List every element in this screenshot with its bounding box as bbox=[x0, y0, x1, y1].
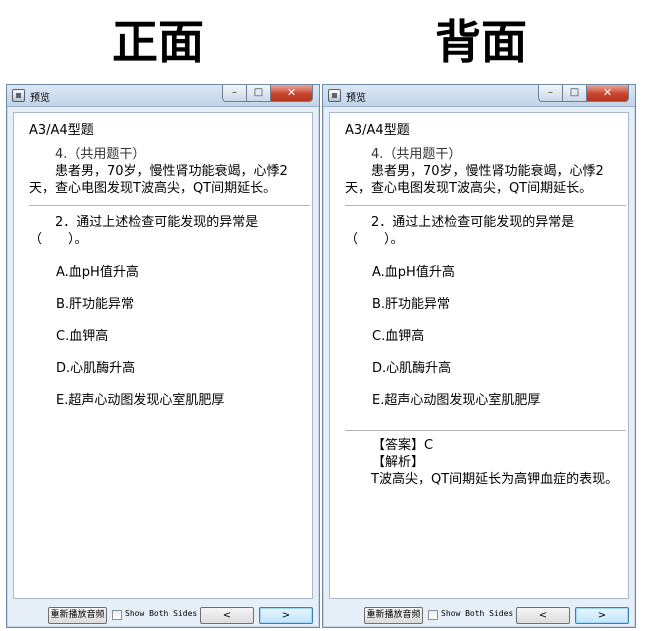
show-both-sides-label[interactable]: Show Both Sides bbox=[441, 609, 513, 618]
maximize-button[interactable]: □ bbox=[247, 85, 271, 102]
option-c: C.血钾高 bbox=[56, 329, 109, 344]
question-type: A3/A4型题 bbox=[345, 123, 410, 138]
question-type: A3/A4型题 bbox=[29, 123, 94, 138]
app-icon bbox=[328, 89, 341, 102]
window-title: 预览 bbox=[346, 93, 366, 104]
case-text: 患者男，70岁，慢性肾功能衰竭，心悸2天，查心电图发现T波高尖，QT间期延长。 bbox=[29, 164, 288, 196]
option-d: D.心肌酶升高 bbox=[372, 361, 452, 376]
show-both-sides-checkbox[interactable] bbox=[112, 610, 122, 620]
preview-window-front: 预览 – □ ✕ A3/A4型题 4.（共用题干） 患者男，70岁，慢性肾功能衰… bbox=[6, 84, 320, 628]
answer-divider bbox=[345, 430, 626, 431]
window-controls: – □ ✕ bbox=[538, 85, 629, 103]
option-d: D.心肌酶升高 bbox=[56, 361, 136, 376]
minimize-button[interactable]: – bbox=[538, 85, 563, 102]
prev-button[interactable]: < bbox=[516, 607, 570, 624]
question-number: 4.（共用题干） bbox=[55, 147, 146, 162]
bottom-toolbar: 重新播放音频 Show Both Sides < > bbox=[323, 601, 635, 627]
divider bbox=[29, 205, 310, 206]
analysis-label: 【解析】 bbox=[372, 455, 425, 470]
title-bar[interactable]: 预览 – □ ✕ bbox=[323, 85, 635, 107]
show-both-sides-checkbox[interactable] bbox=[428, 610, 438, 620]
app-icon bbox=[12, 89, 25, 102]
close-button[interactable]: ✕ bbox=[271, 85, 313, 102]
back-heading: 背面 bbox=[435, 15, 527, 69]
show-both-sides-label[interactable]: Show Both Sides bbox=[125, 609, 197, 618]
option-c: C.血钾高 bbox=[372, 329, 425, 344]
option-e: E.超声心动图发现心室肌肥厚 bbox=[56, 393, 225, 408]
front-heading: 正面 bbox=[112, 15, 204, 69]
window-controls: – □ ✕ bbox=[222, 85, 313, 103]
analysis-text: T波高尖，QT间期延长为高钾血症的表现。 bbox=[371, 472, 619, 487]
replay-audio-button[interactable]: 重新播放音频 bbox=[364, 607, 423, 624]
question-stem: 2．通过上述检查可能发现的异常是（ ）。 bbox=[29, 215, 259, 247]
bottom-toolbar: 重新播放音频 Show Both Sides < > bbox=[7, 601, 319, 627]
question-number: 4.（共用题干） bbox=[371, 147, 462, 162]
next-button[interactable]: > bbox=[259, 607, 313, 624]
divider bbox=[345, 205, 626, 206]
close-button[interactable]: ✕ bbox=[587, 85, 629, 102]
card-content-back: A3/A4型题 4.（共用题干） 患者男，70岁，慢性肾功能衰竭，心悸2天，查心… bbox=[329, 112, 629, 599]
question-stem: 2．通过上述检查可能发现的异常是（ ）。 bbox=[345, 215, 575, 247]
prev-button[interactable]: < bbox=[200, 607, 254, 624]
replay-audio-button[interactable]: 重新播放音频 bbox=[48, 607, 107, 624]
answer-line: 【答案】C bbox=[372, 438, 434, 453]
window-title: 预览 bbox=[30, 93, 50, 104]
next-button[interactable]: > bbox=[575, 607, 629, 624]
option-e: E.超声心动图发现心室肌肥厚 bbox=[372, 393, 541, 408]
card-content-front: A3/A4型题 4.（共用题干） 患者男，70岁，慢性肾功能衰竭，心悸2天，查心… bbox=[13, 112, 313, 599]
preview-window-back: 预览 – □ ✕ A3/A4型题 4.（共用题干） 患者男，70岁，慢性肾功能衰… bbox=[322, 84, 636, 628]
option-a: A.血pH值升高 bbox=[372, 265, 455, 280]
minimize-button[interactable]: – bbox=[222, 85, 247, 102]
case-text: 患者男，70岁，慢性肾功能衰竭，心悸2天，查心电图发现T波高尖，QT间期延长。 bbox=[345, 164, 604, 196]
option-a: A.血pH值升高 bbox=[56, 265, 139, 280]
option-b: B.肝功能异常 bbox=[372, 297, 451, 312]
title-bar[interactable]: 预览 – □ ✕ bbox=[7, 85, 319, 107]
maximize-button[interactable]: □ bbox=[563, 85, 587, 102]
option-b: B.肝功能异常 bbox=[56, 297, 135, 312]
